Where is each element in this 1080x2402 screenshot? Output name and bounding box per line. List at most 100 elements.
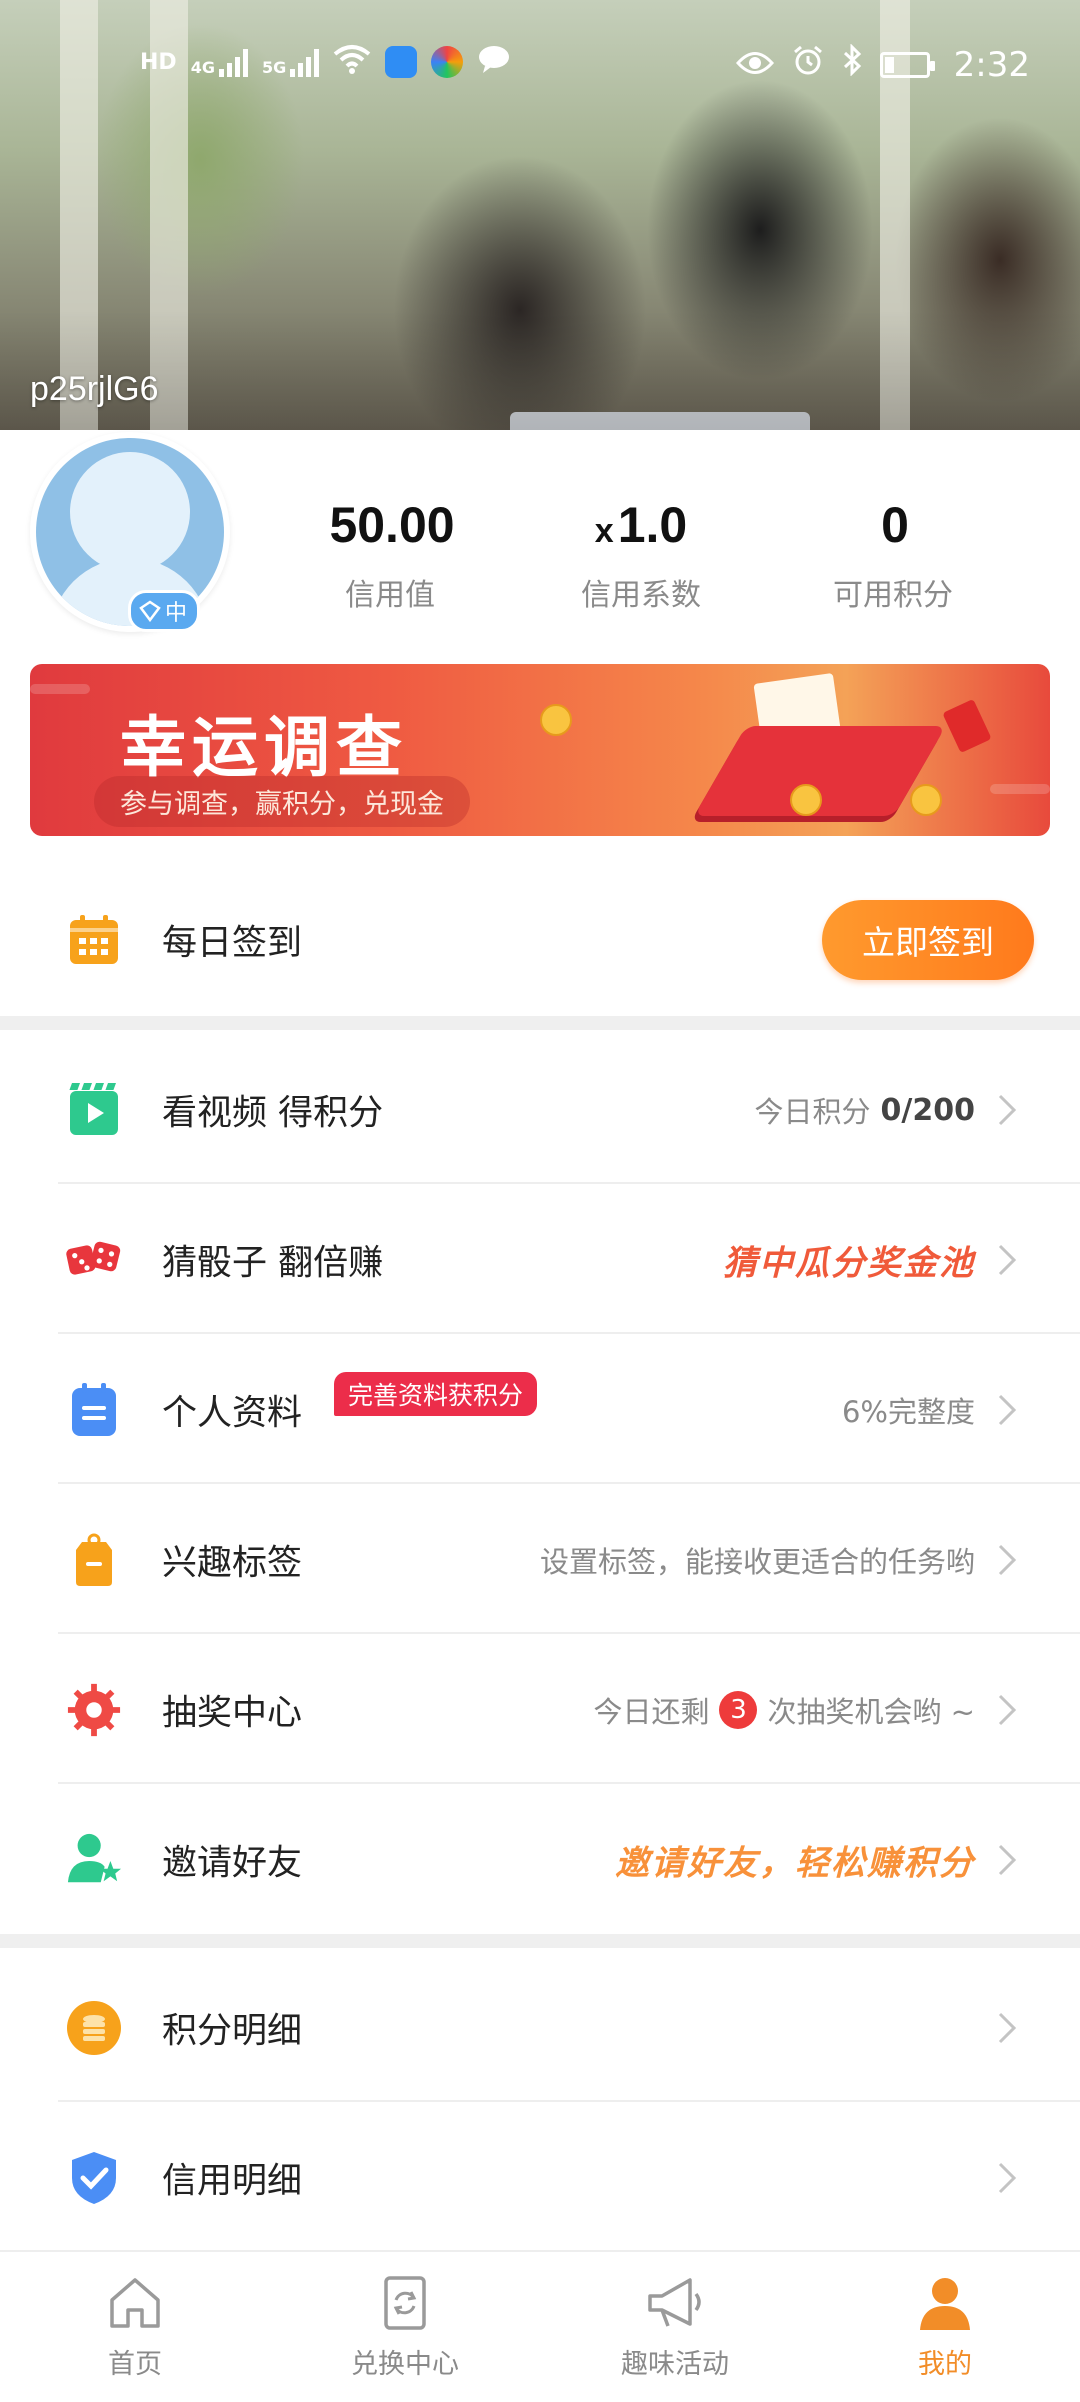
coin-icon [910,784,942,816]
complete-profile-tag: 完善资料获积分 [334,1372,538,1416]
section-gap [0,1016,1080,1030]
credit-detail-row[interactable]: 信用明细 [0,2104,1080,2252]
chevron-right-icon [998,1544,1017,1576]
watch-video-row[interactable]: 看视频 得积分 今日积分 0/200 [0,1036,1080,1184]
stat-value: 50.00 [329,497,455,553]
stat-label: 可用积分 [833,578,953,613]
chevron-right-icon [998,2012,1017,2044]
section-gap [0,1934,1080,1948]
banner-subtitle: 参与调查，赢积分，兑现金 [94,776,470,827]
eye-icon [735,45,774,85]
lottery-remaining: 今日还剩 3 次抽奖机会哟 ~ [593,1689,975,1731]
nav-fun-activities[interactable]: 趣味活动 [540,2252,810,2402]
points-detail-row[interactable]: 积分明细 [0,1954,1080,2102]
chevron-right-icon [998,1694,1017,1726]
wifi-icon [333,44,371,80]
bottom-nav: 首页 兑换中心 趣味活动 我的 [0,2250,1080,2402]
exchange-icon [374,2272,436,2334]
red-envelope-icon [942,698,992,754]
today-points-value: 0/200 [880,1092,975,1128]
invite-friends-row[interactable]: 邀请好友 邀请好友，轻松赚积分 [0,1786,1080,1934]
lottery-prefix: 今日还剩 [593,1695,710,1729]
lucky-survey-banner[interactable]: 幸运调查 参与调查，赢积分，兑现金 [30,664,1050,836]
stat-available-points[interactable]: 0 可用积分 [793,490,993,614]
invite-label: 邀请好友 [162,1843,303,1884]
video-icon [66,1082,122,1138]
today-points: 今日积分 0/200 [755,1089,975,1131]
megaphone-icon [644,2272,706,2334]
stat-value: 0 [881,497,909,553]
status-right: 2:32 [735,43,1030,85]
stat-credit-value[interactable]: 50.00 信用值 [290,490,490,614]
username: p25rjlG6 [30,370,159,408]
app-notification-icon [385,46,418,78]
tag-icon [66,1532,122,1588]
checkin-label: 每日签到 [162,923,303,964]
coin-stack-icon [66,2000,122,2056]
nav-exchange[interactable]: 兑换中心 [270,2252,540,2402]
lottery-label: 抽奖中心 [162,1693,303,1734]
diamond-icon [139,600,161,622]
user-icon [914,2272,976,2334]
chevron-right-icon [998,1844,1017,1876]
dice-promo-text: 猜中瓜分奖金池 [723,1243,975,1284]
invite-promo: 邀请好友，轻松赚积分 [615,1836,975,1885]
interest-tags-hint: 设置标签，能接收更适合的任务哟 [539,1545,975,1579]
prize-wheel-icon [66,1682,122,1738]
status-left: HD 4G 5G [140,44,511,80]
checkin-button[interactable]: 立即签到 [822,900,1034,980]
nav-home[interactable]: 首页 [0,2252,270,2402]
video-label: 看视频 得积分 [162,1093,384,1134]
battery-icon [879,51,935,78]
daily-checkin-row[interactable]: 每日签到 立即签到 [0,866,1080,1014]
stat-value: 1.0 [617,497,688,553]
credit-detail-label: 信用明细 [162,2161,303,2202]
status-time: 2:32 [953,44,1030,85]
level-badge: 中 [128,590,201,632]
personal-info-label: 个人资料 [162,1393,303,1434]
chevron-right-icon [998,1244,1017,1276]
stat-prefix: x [594,512,614,550]
bluetooth-icon [842,43,862,85]
signal-5g-icon: 5G [261,47,320,77]
status-bar: HD 4G 5G 2:32 [0,0,1080,130]
interest-tags-row[interactable]: 兴趣标签 设置标签，能接收更适合的任务哟 [0,1486,1080,1634]
stat-label: 信用值 [345,578,435,613]
app-notification-icon-2 [431,46,464,78]
chevron-right-icon [998,2162,1017,2194]
profile-completion: 6%完整度 [841,1395,975,1429]
hd-label: HD [140,49,177,75]
home-icon [104,2272,166,2334]
stat-label: 信用系数 [581,578,701,613]
stat-credit-coefficient[interactable]: x1.0 信用系数 [541,490,741,614]
chevron-right-icon [998,1394,1017,1426]
message-icon [477,44,511,80]
nav-label: 兑换中心 [351,2349,459,2380]
chevron-right-icon [998,1094,1017,1126]
nav-label: 首页 [108,2349,162,2380]
calendar-icon [66,912,122,968]
today-points-prefix: 今日积分 [754,1095,871,1129]
coin-icon [540,704,572,736]
dice-icon [66,1232,122,1288]
nav-mine[interactable]: 我的 [810,2252,1080,2402]
dice-promo: 猜中瓜分奖金池 [723,1236,975,1285]
lottery-center-row[interactable]: 抽奖中心 今日还剩 3 次抽奖机会哟 ~ [0,1636,1080,1784]
dice-label: 猜骰子 翻倍赚 [162,1243,384,1284]
clipboard-icon [66,1382,122,1438]
signal-4g-icon: 4G [191,47,248,77]
user-star-icon [66,1832,122,1888]
5g-label: 5G [261,58,287,77]
guess-dice-row[interactable]: 猜骰子 翻倍赚 猜中瓜分奖金池 [0,1186,1080,1334]
lottery-count-badge: 3 [719,1691,758,1729]
personal-info-row[interactable]: 个人资料 6%完整度 [0,1336,1080,1484]
interest-tags-label: 兴趣标签 [162,1543,303,1584]
shield-check-icon [66,2150,122,2206]
alarm-icon [792,44,824,85]
level-label: 中 [165,601,188,626]
nav-label: 趣味活动 [621,2349,729,2380]
lottery-suffix: 次抽奖机会哟 ~ [767,1695,975,1729]
invite-promo-text: 邀请好友，轻松赚积分 [615,1843,975,1884]
coin-icon [790,784,822,816]
nav-label: 我的 [918,2349,972,2380]
